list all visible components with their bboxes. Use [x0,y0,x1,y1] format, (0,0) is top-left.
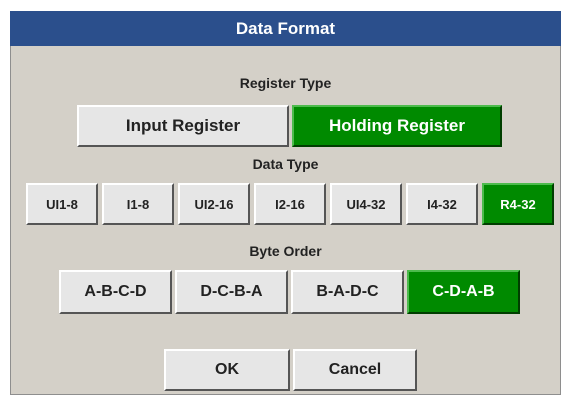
data-type-i1-8-button[interactable]: I1-8 [102,183,174,225]
holding-register-button[interactable]: Holding Register [292,105,502,147]
byte-order-label: Byte Order [249,243,322,259]
data-type-ui1-8-button[interactable]: UI1-8 [26,183,98,225]
data-type-i4-32-button[interactable]: I4-32 [406,183,478,225]
ok-button[interactable]: OK [164,349,290,391]
register-type-label: Register Type [239,75,332,91]
data-type-r4-32-button[interactable]: R4-32 [482,183,554,225]
data-type-ui2-16-button[interactable]: UI2-16 [178,183,250,225]
data-type-label: Data Type [252,156,319,172]
data-type-i2-16-button[interactable]: I2-16 [254,183,326,225]
byte-order-cdab-button[interactable]: C-D-A-B [407,270,520,314]
input-register-button[interactable]: Input Register [77,105,289,147]
byte-order-badc-button[interactable]: B-A-D-C [291,270,404,314]
byte-order-abcd-button[interactable]: A-B-C-D [59,270,172,314]
cancel-button[interactable]: Cancel [293,349,417,391]
dialog-title: Data Format [10,11,561,46]
byte-order-dcba-button[interactable]: D-C-B-A [175,270,288,314]
data-type-ui4-32-button[interactable]: UI4-32 [330,183,402,225]
